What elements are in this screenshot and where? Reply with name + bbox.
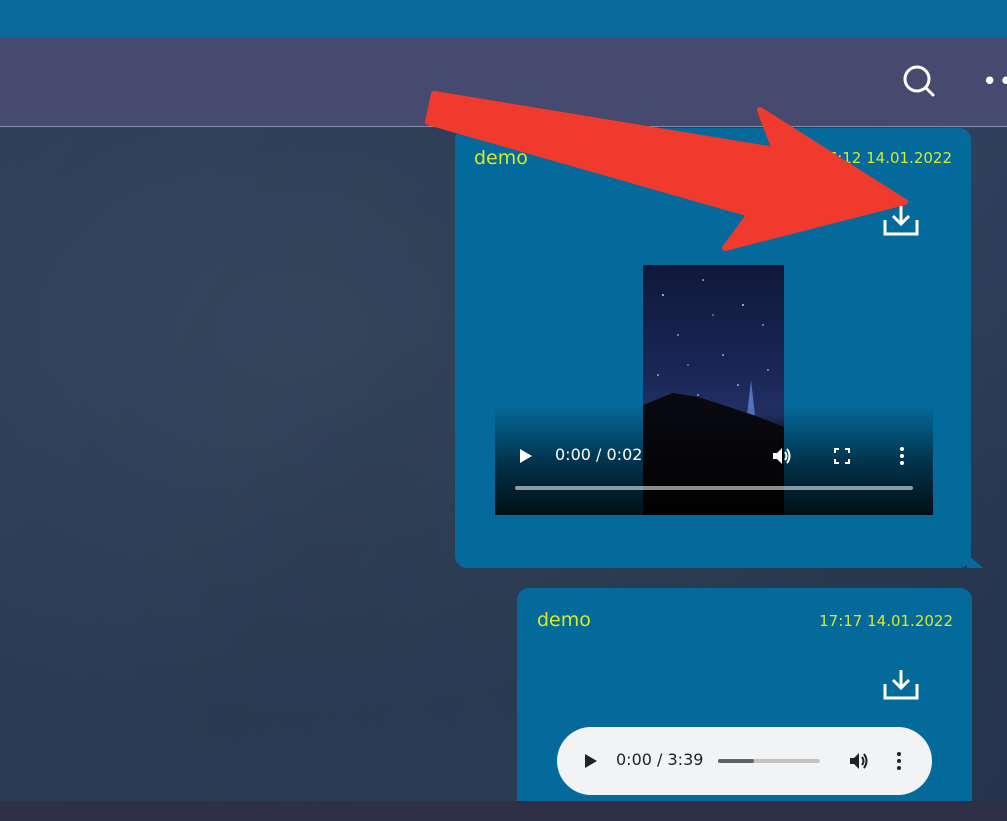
audio-time: 0:00 / 3:39 xyxy=(616,750,704,769)
footer-bar xyxy=(0,801,1007,821)
audio-player[interactable]: 0:00 / 3:39 xyxy=(557,727,932,795)
more-icon[interactable]: ••• xyxy=(982,69,1007,95)
play-icon[interactable] xyxy=(519,448,533,464)
video-time: 0:00 / 0:02 xyxy=(555,445,643,464)
message-sender: demo xyxy=(537,609,591,631)
audio-options-icon[interactable] xyxy=(895,751,903,771)
top-bar xyxy=(0,0,1007,38)
volume-icon[interactable] xyxy=(848,750,870,772)
message-bubble: demo 17:17 14.01.2022 0:00 / 3:39 xyxy=(517,588,972,801)
message-timestamp: 17:17 14.01.2022 xyxy=(819,612,953,630)
video-player[interactable]: 0:00 / 0:02 xyxy=(495,265,933,515)
video-options-icon[interactable] xyxy=(898,446,906,466)
download-icon[interactable] xyxy=(882,666,920,702)
play-icon[interactable] xyxy=(584,753,598,769)
volume-icon[interactable] xyxy=(771,445,793,467)
annotation-arrow xyxy=(425,91,908,251)
audio-buffered-fill xyxy=(718,759,754,763)
fullscreen-icon[interactable] xyxy=(833,447,851,465)
video-progress-bar[interactable] xyxy=(515,486,913,490)
audio-progress-bar[interactable] xyxy=(718,759,820,763)
